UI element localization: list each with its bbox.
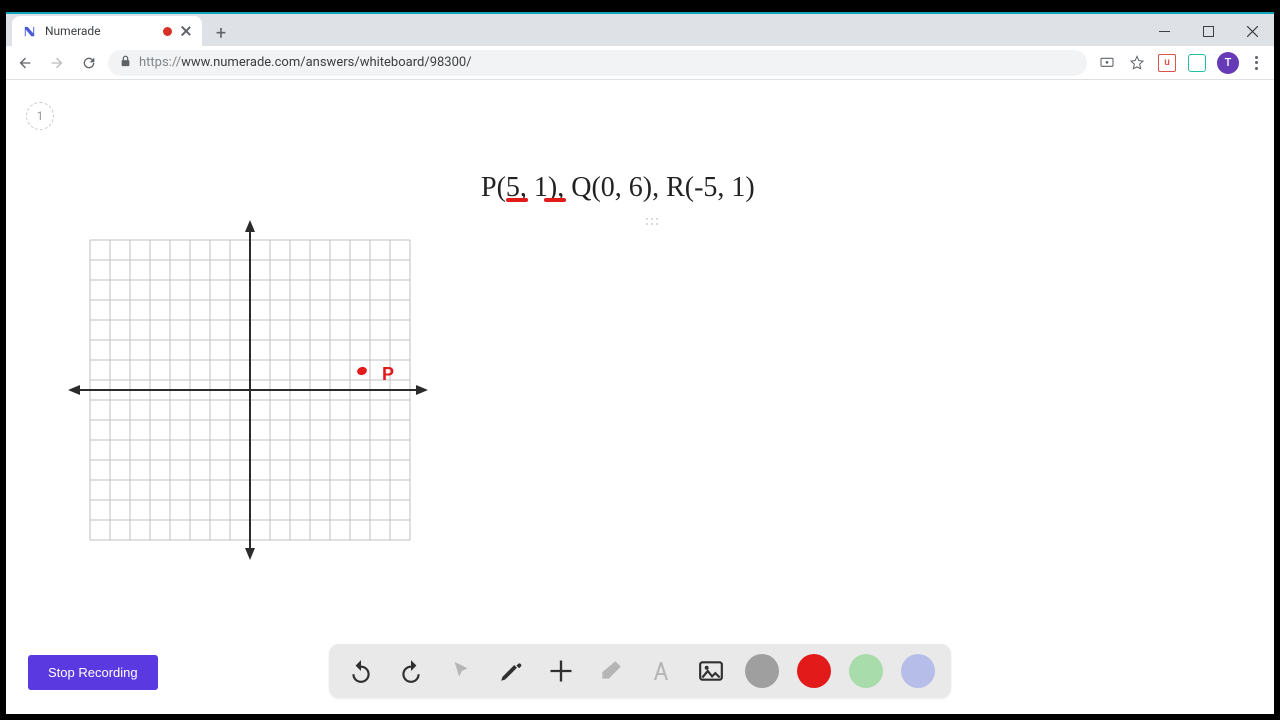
back-button[interactable]	[12, 50, 38, 76]
color-gray[interactable]	[745, 654, 779, 688]
step-badge[interactable]: 1	[26, 102, 54, 130]
color-green[interactable]	[849, 654, 883, 688]
text-tool[interactable]	[645, 655, 677, 687]
whiteboard-toolbar	[329, 644, 951, 698]
close-window-button[interactable]	[1230, 16, 1274, 46]
undo-button[interactable]	[345, 655, 377, 687]
extension-box-icon[interactable]	[1187, 53, 1207, 73]
url-text: https://www.numerade.com/answers/whitebo…	[139, 55, 472, 70]
lock-icon	[120, 55, 131, 70]
close-tab-icon[interactable]	[180, 25, 192, 37]
whiteboard-canvas[interactable]: 1 P(5, 1), Q(0, 6), R(-5, 1)	[6, 80, 1274, 714]
bookmark-star-icon[interactable]	[1127, 53, 1147, 73]
pen-tool[interactable]	[495, 655, 527, 687]
color-red[interactable]	[797, 654, 831, 688]
svg-text:P: P	[382, 364, 394, 384]
tab-title: Numerade	[45, 24, 155, 38]
browser-tab[interactable]: Numerade	[12, 16, 202, 46]
eraser-tool[interactable]	[595, 655, 627, 687]
omnibox[interactable]: https://www.numerade.com/answers/whitebo…	[108, 50, 1087, 76]
maximize-button[interactable]	[1186, 16, 1230, 46]
extension-ublock-icon[interactable]: u	[1157, 53, 1177, 73]
stop-recording-button[interactable]: Stop Recording	[28, 655, 158, 690]
pointer-tool[interactable]	[445, 655, 477, 687]
minimize-button[interactable]	[1142, 16, 1186, 46]
recording-indicator-icon	[163, 27, 172, 36]
color-blue[interactable]	[901, 654, 935, 688]
profile-avatar[interactable]: T	[1217, 52, 1239, 74]
image-tool[interactable]	[695, 655, 727, 687]
coordinate-grid: P	[68, 220, 428, 560]
chrome-menu-icon[interactable]	[1249, 56, 1264, 70]
address-bar-row: https://www.numerade.com/answers/whitebo…	[6, 46, 1274, 80]
forward-button[interactable]	[44, 50, 70, 76]
numerade-favicon	[22, 24, 37, 39]
cast-icon[interactable]	[1097, 53, 1117, 73]
tab-strip: Numerade +	[6, 14, 1274, 46]
redo-button[interactable]	[395, 655, 427, 687]
add-tool[interactable]	[545, 655, 577, 687]
point-p: P	[356, 364, 394, 384]
drag-handle-icon[interactable]	[646, 218, 658, 225]
reload-button[interactable]	[76, 50, 102, 76]
new-tab-button[interactable]: +	[208, 20, 234, 46]
